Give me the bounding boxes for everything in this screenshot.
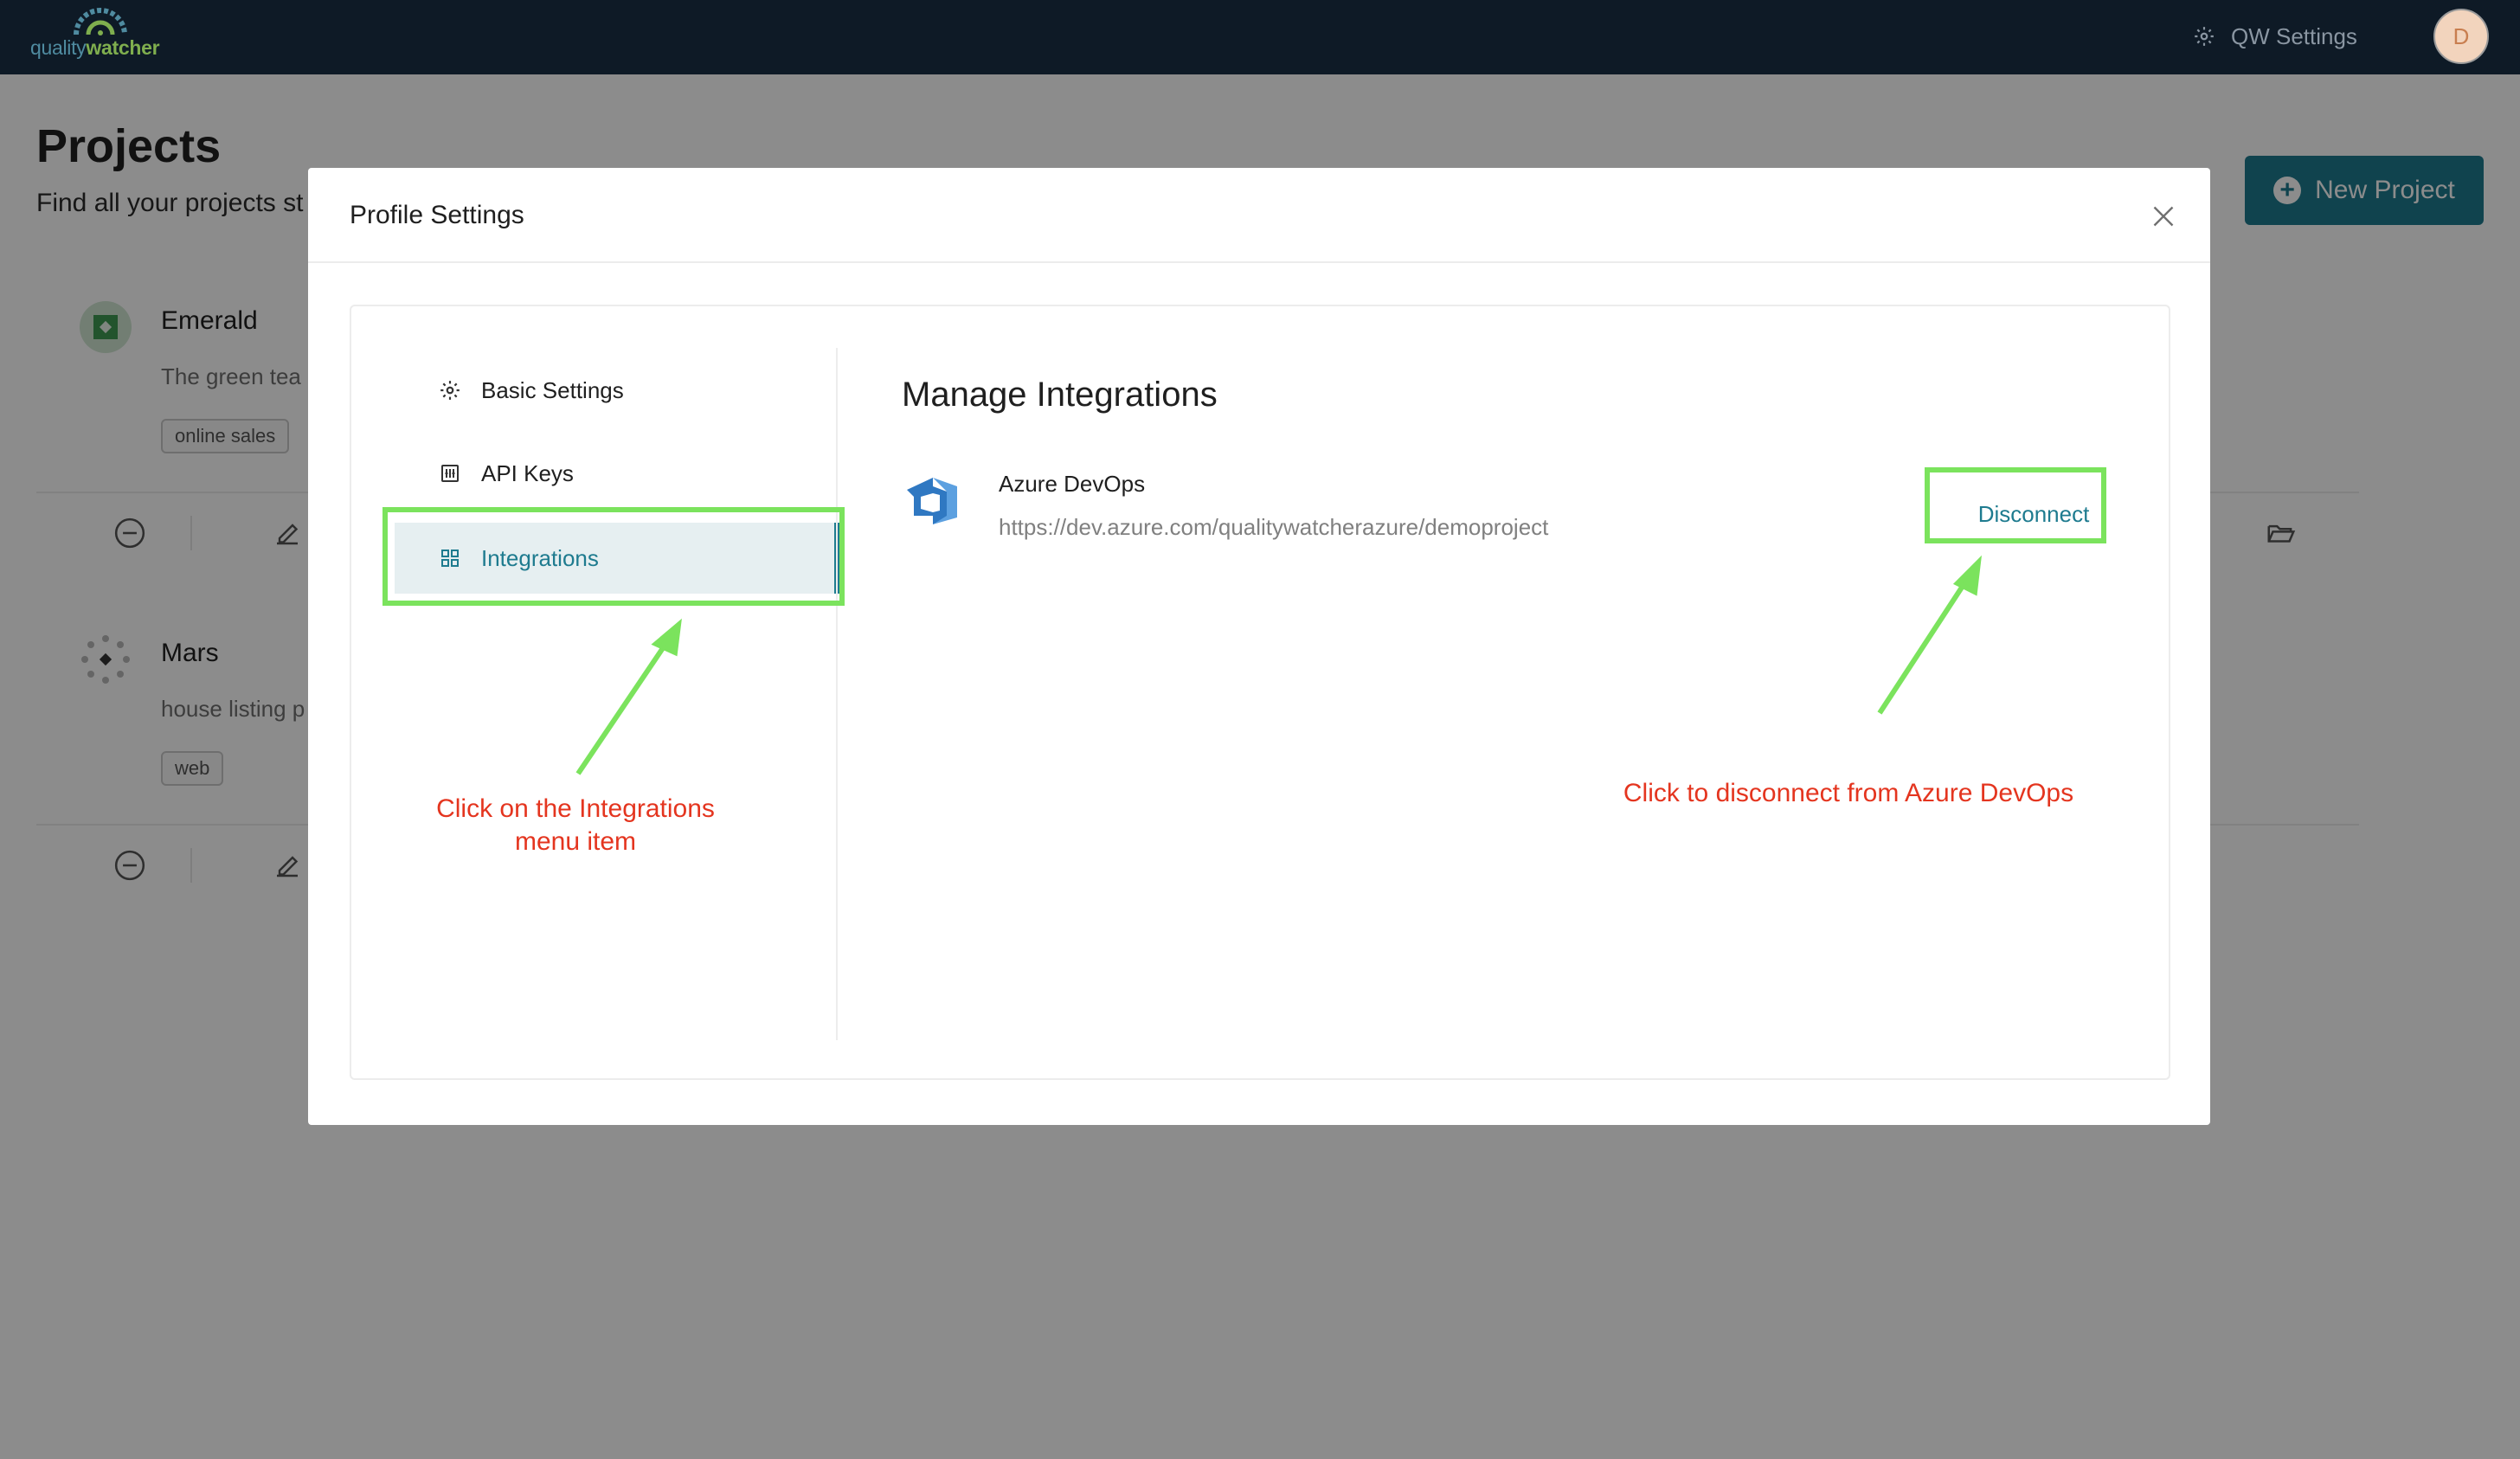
close-icon[interactable]	[2148, 201, 2179, 232]
gear-icon	[438, 378, 462, 402]
highlight-box-disconnect	[1925, 467, 2106, 543]
content-title: Manage Integrations	[902, 376, 1218, 414]
integration-name: Azure DevOps	[999, 471, 1146, 497]
logo-mark-icon	[74, 8, 127, 35]
api-key-icon	[438, 461, 462, 485]
modal-title: Profile Settings	[350, 201, 524, 229]
azure-devops-logo-icon	[907, 478, 957, 524]
highlight-box-integrations	[382, 507, 845, 606]
annotation-disconnect-text: Click to disconnect from Azure DevOps	[1623, 779, 2074, 807]
gear-icon	[2195, 27, 2214, 46]
menu-item-api-keys[interactable]: API Keys	[395, 438, 839, 509]
settings-panel: Basic Settings API Keys Integrations Man…	[350, 305, 2170, 1080]
integrations-content: Manage Integrations Azure DevOps https:/…	[838, 306, 2169, 1078]
logo-text: qualitywatcher	[30, 36, 160, 59]
qw-settings-label: QW Settings	[2231, 22, 2357, 49]
annotation-integrations-text: Click on the Integrations menu item	[436, 794, 715, 856]
settings-menu: Basic Settings API Keys Integrations	[351, 306, 839, 1078]
modal-header: Profile Settings	[308, 168, 2210, 263]
profile-settings-modal: Profile Settings Basic Settings API Keys	[308, 168, 2210, 1125]
menu-item-label: Basic Settings	[481, 376, 624, 403]
menu-item-basic-settings[interactable]: Basic Settings	[395, 355, 839, 426]
integration-url: https://dev.azure.com/qualitywatcherazur…	[999, 514, 1549, 540]
qw-settings-link[interactable]: QW Settings	[2193, 19, 2357, 54]
qualitywatcher-logo[interactable]: qualitywatcher	[26, 7, 182, 64]
user-avatar[interactable]: D	[2433, 9, 2489, 64]
menu-item-label: API Keys	[481, 460, 574, 486]
top-navbar: qualitywatcher QW Settings D	[0, 0, 2520, 74]
